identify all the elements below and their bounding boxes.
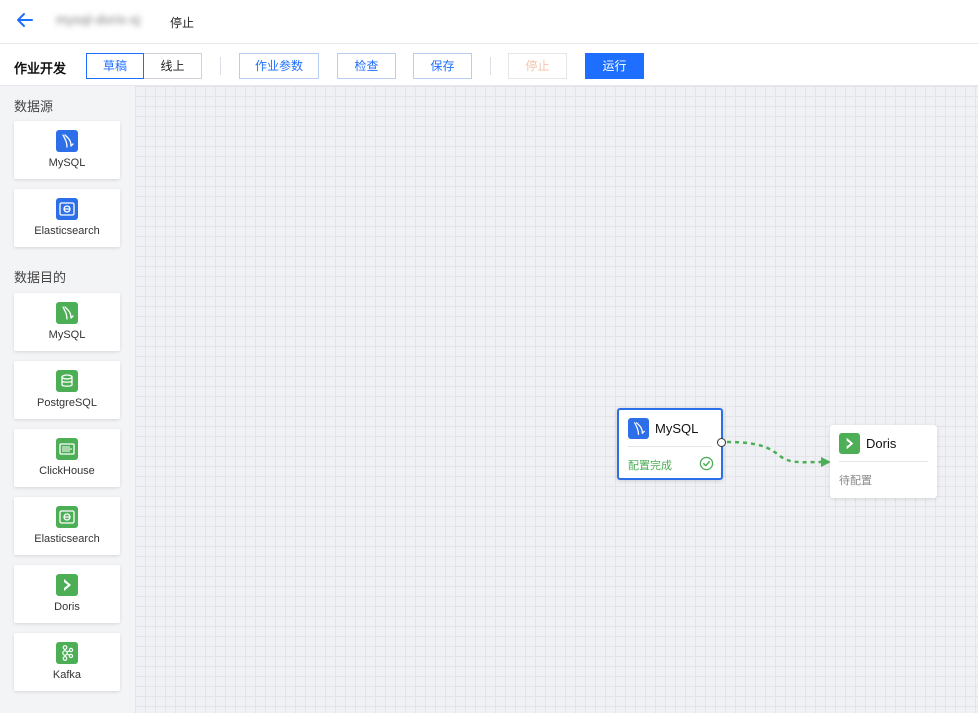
card-label: Elasticsearch — [34, 533, 100, 545]
check-button[interactable]: 检查 — [337, 53, 396, 79]
save-button[interactable]: 保存 — [413, 53, 472, 79]
tab-draft[interactable]: 草稿 — [86, 53, 144, 79]
node-status: 待配置 — [839, 475, 872, 487]
doris-icon — [56, 574, 78, 596]
toolbar-divider — [220, 57, 221, 75]
flow-canvas[interactable]: MySQL 配置完成 Doris 待配置 — [135, 86, 978, 713]
target-kafka-card[interactable]: Kafka — [14, 633, 120, 691]
kafka-icon — [56, 642, 78, 664]
source-elasticsearch-card[interactable]: Elasticsearch — [14, 189, 120, 247]
card-label: Kafka — [52, 669, 82, 681]
source-mysql-card[interactable]: MySQL — [14, 121, 120, 179]
mysql-icon — [628, 418, 649, 439]
target-mysql-card[interactable]: MySQL — [14, 293, 120, 351]
toolbar-divider — [490, 57, 491, 75]
target-postgresql-card[interactable]: PostgreSQL — [14, 361, 120, 419]
connection-edge — [726, 440, 831, 467]
mysql-icon — [56, 302, 78, 324]
job-params-button[interactable]: 作业参数 — [239, 53, 319, 79]
elasticsearch-icon — [56, 506, 78, 528]
card-label: Doris — [54, 601, 80, 613]
target-clickhouse-card[interactable]: ClickHouse — [14, 429, 120, 487]
card-label: MySQL — [48, 329, 86, 341]
source-node-mysql[interactable]: MySQL 配置完成 — [617, 408, 723, 480]
toolbar: 作业开发 草稿 线上 作业参数 检查 保存 停止 运行 — [0, 44, 978, 86]
node-divider — [839, 461, 928, 462]
doris-icon — [839, 433, 860, 454]
card-label: MySQL — [48, 157, 86, 169]
source-section-title: 数据源 — [14, 99, 54, 114]
output-port[interactable] — [717, 438, 726, 447]
page-title: 作业开发 — [14, 61, 67, 76]
postgresql-icon — [56, 370, 78, 392]
job-status: 停止 — [170, 16, 195, 30]
clickhouse-icon — [56, 438, 78, 460]
target-node-doris[interactable]: Doris 待配置 — [830, 425, 937, 498]
tab-online[interactable]: 线上 — [144, 53, 202, 79]
node-title: Doris — [866, 436, 897, 451]
card-label: ClickHouse — [39, 465, 95, 477]
elasticsearch-icon — [56, 198, 78, 220]
job-name: mysql-doris-sj — [56, 12, 141, 27]
mysql-icon — [56, 130, 78, 152]
stop-button[interactable]: 停止 — [508, 53, 567, 79]
target-doris-card[interactable]: Doris — [14, 565, 120, 623]
top-header: mysql-doris-sj 停止 — [0, 0, 978, 44]
target-elasticsearch-card[interactable]: Elasticsearch — [14, 497, 120, 555]
back-arrow-icon[interactable] — [14, 9, 36, 31]
mode-switch: 草稿 线上 — [86, 53, 202, 79]
node-status: 配置完成 — [628, 460, 672, 472]
target-section-title: 数据目的 — [14, 270, 67, 285]
run-button[interactable]: 运行 — [585, 53, 644, 79]
component-sidebar: 数据源 MySQL Elasticsearch 数据目的 MySQL Postg… — [0, 86, 135, 713]
node-divider — [628, 446, 712, 447]
node-title: MySQL — [655, 421, 699, 436]
card-label: Elasticsearch — [34, 225, 100, 237]
card-label: PostgreSQL — [37, 397, 97, 409]
check-circle-icon — [699, 456, 714, 471]
